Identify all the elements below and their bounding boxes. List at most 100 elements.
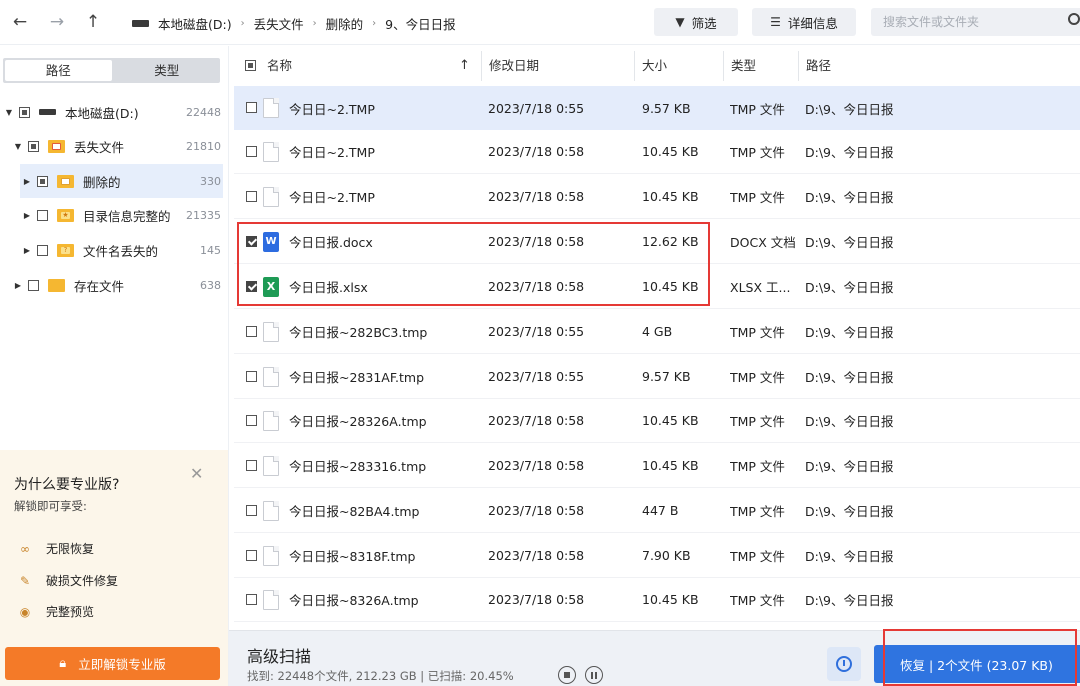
row-checkbox[interactable] bbox=[246, 326, 257, 337]
promo-feature: ✎ 破损文件修复 bbox=[18, 572, 118, 589]
recover-button[interactable]: 恢复 | 2个文件 (23.07 KB) bbox=[874, 645, 1080, 683]
column-header-path[interactable]: 路径 bbox=[806, 57, 831, 75]
column-divider[interactable] bbox=[634, 51, 635, 81]
tree-item-existing-files[interactable]: ▶ 存在文件 638 bbox=[0, 268, 229, 302]
breadcrumb: 本地磁盘(D:) › 丢失文件 › 删除的 › 9、今日日报 bbox=[132, 13, 456, 33]
column-header-size[interactable]: 大小 bbox=[642, 57, 667, 75]
table-row[interactable]: X 今日日报.xlsx 2023/7/18 0:58 10.45 KB XLSX… bbox=[234, 265, 1080, 309]
breadcrumb-current-folder[interactable]: 9、今日日报 bbox=[385, 14, 455, 33]
wrench-icon: ✎ bbox=[19, 573, 31, 588]
expanded-triangle-icon[interactable]: ▼ bbox=[14, 142, 22, 151]
file-path: D:\9、今日日报 bbox=[805, 549, 894, 564]
row-checkbox[interactable] bbox=[246, 594, 257, 605]
back-arrow-icon[interactable]: ← bbox=[9, 11, 31, 33]
file-type: TMP 文件 bbox=[730, 370, 785, 385]
infinity-icon: ∞ bbox=[20, 541, 30, 556]
breadcrumb-drive[interactable]: 本地磁盘(D:) bbox=[158, 14, 232, 33]
expanded-triangle-icon[interactable]: ▼ bbox=[5, 108, 13, 117]
row-checkbox[interactable] bbox=[246, 460, 257, 471]
file-size: 9.57 KB bbox=[642, 100, 691, 116]
column-header-name[interactable]: 名称 bbox=[267, 57, 292, 75]
file-type: TMP 文件 bbox=[730, 145, 785, 160]
lock-icon: 🔒︎ bbox=[59, 656, 67, 671]
row-checkbox[interactable] bbox=[246, 191, 257, 202]
file-name: 今日日报~282BC3.tmp bbox=[289, 325, 428, 340]
row-checkbox[interactable] bbox=[246, 146, 257, 157]
excel-spreadsheet-icon: X bbox=[263, 277, 279, 297]
forward-arrow-icon[interactable]: → bbox=[46, 11, 68, 33]
table-row[interactable]: 今日日报~282BC3.tmp 2023/7/18 0:55 4 GB TMP … bbox=[234, 310, 1080, 354]
tree-item-local-disk[interactable]: ▼ 本地磁盘(D:) 22448 bbox=[0, 95, 229, 129]
tab-type[interactable]: 类型 bbox=[114, 58, 221, 83]
row-checkbox[interactable] bbox=[246, 281, 257, 292]
row-checkbox[interactable] bbox=[246, 415, 257, 426]
file-icon bbox=[263, 546, 279, 566]
pause-scan-button[interactable] bbox=[585, 666, 603, 684]
search-icon[interactable] bbox=[1068, 13, 1080, 25]
tree-item-lost-files[interactable]: ▼ 丢失文件 21810 bbox=[0, 129, 229, 163]
tree-item-count: 638 bbox=[200, 278, 221, 292]
table-row[interactable]: 今日日~2.TMP 2023/7/18 0:55 9.57 KB TMP 文件 … bbox=[234, 86, 1080, 130]
column-divider[interactable] bbox=[481, 51, 482, 81]
file-path: D:\9、今日日报 bbox=[805, 190, 894, 205]
up-arrow-icon[interactable]: ↑ bbox=[82, 11, 104, 33]
promo-title: 为什么要专业版? bbox=[14, 477, 120, 493]
tree-item-label: 丢失文件 bbox=[74, 139, 125, 155]
row-checkbox[interactable] bbox=[246, 236, 257, 247]
tree-item-complete-dir[interactable]: ▶ ★ 目录信息完整的 21335 bbox=[0, 198, 229, 232]
table-row[interactable]: W 今日日报.docx 2023/7/18 0:58 12.62 KB DOCX… bbox=[234, 220, 1080, 264]
row-checkbox[interactable] bbox=[246, 505, 257, 516]
row-checkbox[interactable] bbox=[246, 371, 257, 382]
row-checkbox[interactable] bbox=[246, 102, 257, 113]
column-header-date[interactable]: 修改日期 bbox=[489, 57, 539, 75]
tree-checkbox[interactable] bbox=[37, 244, 48, 256]
table-row[interactable]: 今日日报~8318F.tmp 2023/7/18 0:58 7.90 KB TM… bbox=[234, 534, 1080, 578]
timer-button[interactable] bbox=[827, 647, 861, 681]
stop-icon bbox=[564, 672, 570, 678]
lost-folder-icon bbox=[48, 139, 65, 153]
unlock-pro-button[interactable]: 🔒︎ 立即解锁专业版 bbox=[5, 647, 220, 680]
file-date: 2023/7/18 0:58 bbox=[488, 144, 585, 159]
file-size: 12.62 KB bbox=[642, 234, 699, 249]
tree-item-name-lost[interactable]: ▶ ? 文件名丢失的 145 bbox=[0, 233, 229, 267]
table-row[interactable]: 今日日~2.TMP 2023/7/18 0:58 10.45 KB TMP 文件… bbox=[234, 175, 1080, 219]
collapsed-triangle-icon[interactable]: ▶ bbox=[23, 211, 31, 220]
file-name: 今日日报~2831AF.tmp bbox=[289, 370, 425, 385]
details-button[interactable]: ☰ 详细信息 bbox=[752, 8, 856, 36]
collapsed-triangle-icon[interactable]: ▶ bbox=[23, 177, 31, 186]
table-row[interactable]: 今日日报~82BA4.tmp 2023/7/18 0:58 447 B TMP … bbox=[234, 489, 1080, 533]
table-row[interactable]: 今日日报~283316.tmp 2023/7/18 0:58 10.45 KB … bbox=[234, 444, 1080, 488]
column-header-type[interactable]: 类型 bbox=[731, 57, 756, 75]
file-icon bbox=[263, 142, 279, 162]
breadcrumb-lost-files[interactable]: 丢失文件 bbox=[254, 14, 304, 33]
collapsed-triangle-icon[interactable]: ▶ bbox=[23, 246, 31, 255]
tree-checkbox[interactable] bbox=[37, 209, 48, 221]
close-icon[interactable]: ✕ bbox=[190, 464, 203, 483]
tree-checkbox[interactable] bbox=[28, 279, 39, 291]
tree-item-deleted[interactable]: ▶ 删除的 330 bbox=[20, 164, 223, 198]
table-row[interactable]: 今日日~2.TMP 2023/7/18 0:58 10.45 KB TMP 文件… bbox=[234, 130, 1080, 174]
table-row[interactable]: 今日日报~8326A.tmp 2023/7/18 0:58 10.45 KB T… bbox=[234, 578, 1080, 622]
select-all-checkbox[interactable] bbox=[245, 60, 256, 71]
file-type: XLSX 工... bbox=[730, 280, 791, 295]
table-row[interactable]: 今日日报~28326A.tmp 2023/7/18 0:58 10.45 KB … bbox=[234, 399, 1080, 443]
file-path: D:\9、今日日报 bbox=[805, 593, 894, 608]
collapsed-triangle-icon[interactable]: ▶ bbox=[14, 281, 22, 290]
breadcrumb-deleted[interactable]: 删除的 bbox=[326, 14, 364, 33]
tree-checkbox[interactable] bbox=[37, 175, 48, 187]
star-folder-icon: ★ bbox=[57, 208, 74, 222]
filter-button[interactable]: ▼ 筛选 bbox=[654, 8, 738, 36]
file-icon bbox=[263, 501, 279, 521]
tree-checkbox[interactable] bbox=[28, 140, 39, 152]
stop-scan-button[interactable] bbox=[558, 666, 576, 684]
table-row[interactable]: 今日日报~2831AF.tmp 2023/7/18 0:55 9.57 KB T… bbox=[234, 355, 1080, 399]
column-divider[interactable] bbox=[798, 51, 799, 81]
tab-path[interactable]: 路径 bbox=[5, 60, 112, 81]
row-checkbox[interactable] bbox=[246, 550, 257, 561]
search-input[interactable] bbox=[871, 8, 1080, 36]
file-date: 2023/7/18 0:58 bbox=[488, 189, 585, 204]
sort-ascending-icon[interactable]: ↑ bbox=[459, 57, 470, 75]
tree-checkbox[interactable] bbox=[19, 106, 30, 118]
column-divider[interactable] bbox=[723, 51, 724, 81]
chevron-right-icon: › bbox=[312, 17, 317, 29]
